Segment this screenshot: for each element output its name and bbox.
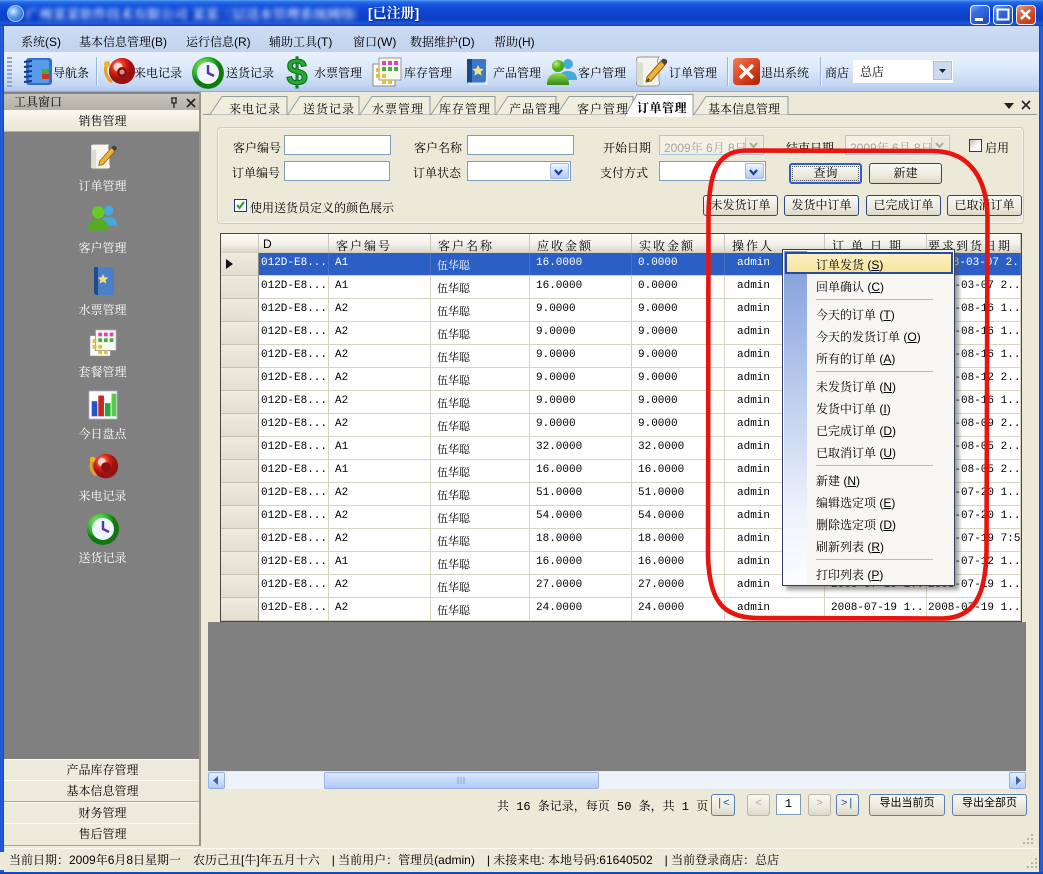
svg-text:$: $ <box>286 54 307 91</box>
